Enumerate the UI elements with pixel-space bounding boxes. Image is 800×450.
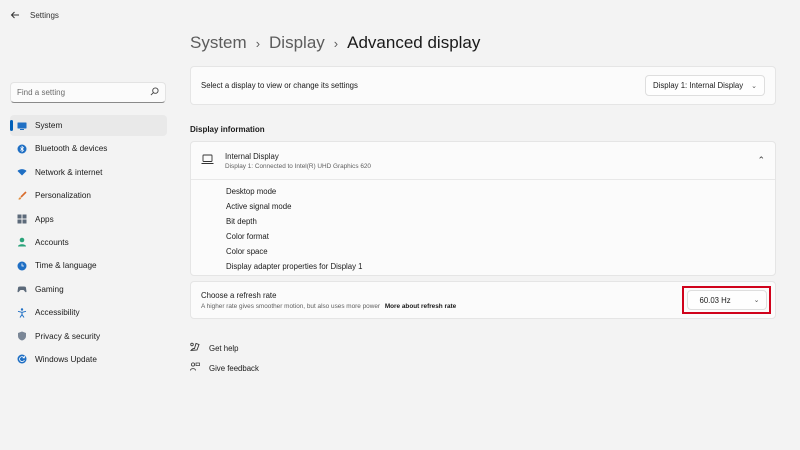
sidebar-item-label: Windows Update	[35, 354, 97, 364]
sidebar-item-accounts[interactable]: Accounts	[10, 232, 167, 253]
sidebar-item-label: Privacy & security	[35, 331, 101, 341]
brush-icon	[16, 190, 28, 202]
monitor-icon	[16, 120, 28, 132]
chevron-right-icon: ›	[255, 35, 261, 51]
sidebar-item-privacy[interactable]: Privacy & security	[10, 326, 167, 347]
sidebar-item-network[interactable]: Network & internet	[10, 162, 167, 183]
display-select-card: Select a display to view or change its s…	[190, 66, 776, 105]
sidebar-item-label: Accessibility	[35, 308, 80, 318]
sidebar-item-label: System	[35, 121, 63, 130]
refresh-rate-title: Choose a refresh rate	[201, 290, 277, 300]
info-row: Desktop mode	[226, 187, 277, 196]
update-icon	[16, 353, 28, 365]
refresh-rate-value: 60.03 Hz	[699, 295, 731, 305]
display-name: Internal Display	[225, 151, 279, 161]
gamepad-icon	[16, 283, 28, 295]
sidebar-item-gaming[interactable]: Gaming	[10, 279, 167, 300]
search-icon[interactable]	[150, 87, 159, 98]
breadcrumb: System › Display › Advanced display	[190, 33, 480, 53]
sidebar-item-system[interactable]: System	[10, 115, 167, 136]
sidebar-item-label: Gaming	[35, 284, 64, 294]
sidebar: Find a setting System Bluetooth & device…	[10, 82, 167, 372]
refresh-rate-dropdown[interactable]: 60.03 Hz ⌄	[686, 290, 767, 310]
search-placeholder: Find a setting	[17, 88, 66, 97]
wifi-icon	[16, 166, 28, 178]
globe-clock-icon	[16, 260, 28, 272]
display-info-list: Desktop mode Active signal mode Bit dept…	[191, 180, 775, 274]
apps-icon	[16, 213, 28, 225]
sidebar-item-label: Personalization	[35, 191, 91, 201]
display-select-value: Display 1: Internal Display	[652, 81, 744, 90]
help-icon	[190, 342, 202, 354]
sidebar-item-time-language[interactable]: Time & language	[10, 255, 167, 276]
chevron-up-icon[interactable]: ⌃	[757, 155, 765, 166]
accessibility-icon	[16, 307, 28, 319]
section-title: Display information	[190, 125, 265, 134]
sidebar-item-label: Network & internet	[35, 167, 103, 177]
title-bar: Settings	[0, 0, 800, 30]
help-links: Get help Give feedback	[190, 338, 259, 378]
refresh-rate-learn-more-link[interactable]: More about refresh rate	[385, 303, 456, 310]
chevron-right-icon: ›	[333, 35, 339, 51]
sidebar-item-bluetooth[interactable]: Bluetooth & devices	[10, 138, 167, 159]
display-select-label: Select a display to view or change its s…	[201, 81, 358, 90]
sidebar-item-label: Apps	[35, 214, 54, 224]
breadcrumb-system[interactable]: System	[190, 33, 247, 53]
highlight-box: 60.03 Hz ⌄	[682, 286, 771, 314]
app-title: Settings	[30, 10, 59, 20]
person-icon	[16, 236, 28, 248]
laptop-icon	[201, 152, 215, 170]
info-row: Color format	[226, 232, 269, 241]
give-feedback-link[interactable]: Give feedback	[190, 358, 259, 378]
display-connection: Display 1: Connected to Intel(R) UHD Gra…	[225, 162, 371, 170]
give-feedback-label: Give feedback	[209, 363, 259, 373]
sidebar-item-windows-update[interactable]: Windows Update	[10, 349, 167, 370]
search-input[interactable]: Find a setting	[10, 82, 166, 103]
info-row: Color space	[226, 247, 268, 256]
chevron-down-icon: ⌄	[753, 297, 760, 304]
sidebar-item-accessibility[interactable]: Accessibility	[10, 302, 167, 323]
display-info-header[interactable]: Internal Display Display 1: Connected to…	[191, 142, 775, 180]
sidebar-item-personalization[interactable]: Personalization	[10, 185, 167, 206]
page-title: Advanced display	[347, 33, 481, 52]
display-select-dropdown[interactable]: Display 1: Internal Display ⌄	[644, 75, 765, 96]
chevron-down-icon: ⌄	[751, 82, 757, 90]
info-row: Bit depth	[226, 217, 257, 226]
refresh-rate-card: Choose a refresh rate A higher rate give…	[190, 281, 776, 319]
get-help-label: Get help	[209, 343, 239, 353]
nav-list: System Bluetooth & devices Network & int…	[10, 115, 167, 370]
sidebar-item-label: Time & language	[35, 261, 97, 271]
adapter-properties-link[interactable]: Display adapter properties for Display 1	[226, 259, 775, 274]
get-help-link[interactable]: Get help	[190, 338, 259, 358]
shield-icon	[16, 330, 28, 342]
sidebar-item-apps[interactable]: Apps	[10, 209, 167, 230]
sidebar-item-label: Bluetooth & devices	[35, 144, 108, 154]
breadcrumb-display[interactable]: Display	[269, 33, 325, 53]
display-info-card: Internal Display Display 1: Connected to…	[190, 141, 776, 276]
info-row: Active signal mode	[226, 202, 292, 211]
refresh-rate-description: A higher rate gives smoother motion, but…	[201, 302, 381, 310]
sidebar-item-label: Accounts	[35, 237, 69, 247]
bluetooth-icon	[16, 143, 28, 155]
feedback-icon	[190, 362, 202, 374]
back-arrow-icon[interactable]	[4, 4, 26, 26]
